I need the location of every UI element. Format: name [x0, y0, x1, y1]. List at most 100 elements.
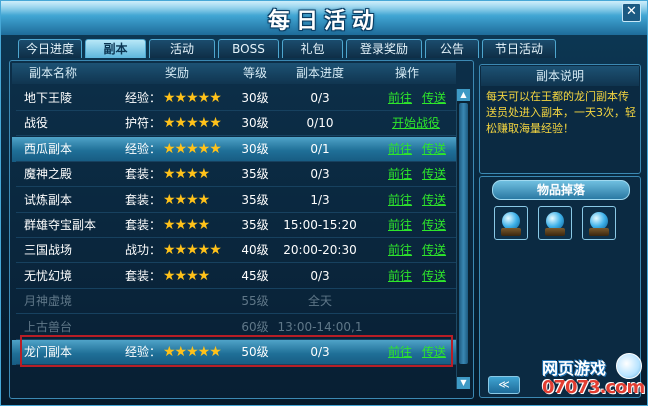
row-actions: 前往 传送	[368, 264, 458, 289]
teleport-link[interactable]: 传送	[422, 162, 446, 187]
goto-link[interactable]: 前往	[388, 162, 412, 187]
item-orb-icon[interactable]	[582, 206, 616, 240]
scroll-up-icon[interactable]: ▲	[457, 89, 470, 101]
teleport-link[interactable]: 传送	[422, 137, 446, 162]
tab-3[interactable]: 活动	[149, 39, 215, 58]
dungeon-name: 战役	[24, 116, 49, 131]
scroll-thumb[interactable]	[459, 103, 468, 364]
table-row[interactable]: 群雄夺宝副本 套装： ★★★★ 35级 15:00-15:20 前往 传送	[12, 213, 456, 238]
description-text: 每天可以在王都的龙门副本传送员处进入副本，一天3次，轻松赚取海量经验！	[486, 90, 636, 135]
tab-1[interactable]: 今日进度	[18, 39, 82, 58]
reward-stars: ★★★★★	[163, 90, 222, 106]
table-row[interactable]: 试炼副本 套装： ★★★★ 35级 1/3 前往 传送	[12, 188, 456, 213]
item-orb-icon[interactable]	[538, 206, 572, 240]
tab-7[interactable]: 公告	[425, 39, 479, 58]
reward-type: 套装：	[124, 167, 161, 182]
dungeon-level: 40级	[241, 243, 269, 258]
table-row[interactable]: 战役 护符： ★★★★★ 30级 0/10 开始战役	[12, 111, 458, 137]
dungeon-name: 地下王陵	[24, 91, 73, 105]
reward-type: 护符：	[124, 116, 161, 131]
row-actions: 前往 传送	[368, 238, 458, 263]
tab-2[interactable]: 副本	[85, 39, 146, 58]
back-button[interactable]: ≪	[488, 376, 520, 394]
table-row[interactable]: 无忧幻境 套装： ★★★★ 45级 0/3 前往 传送	[12, 264, 456, 289]
reward-stars: ★★★★	[163, 267, 210, 284]
dungeon-level: 30级	[241, 116, 269, 131]
title-bar[interactable]: 每日活动 ✕	[1, 1, 647, 35]
dungeon-progress: 0/3	[310, 91, 330, 105]
dungeon-level: 30级	[241, 141, 269, 156]
table-row[interactable]: 三国战场 战功： ★★★★★ 40级 20:00-20:30 前往 传送	[12, 238, 458, 264]
row-actions: 前往 传送	[368, 162, 458, 187]
tab-6[interactable]: 登录奖励	[346, 39, 422, 58]
dungeon-name: 月神虚境	[24, 294, 73, 309]
drop-header: 物品掉落	[492, 180, 630, 200]
reward-stars: ★★★★★	[163, 140, 222, 157]
dungeon-progress: 0/3	[310, 167, 330, 182]
goto-link[interactable]: 前往	[388, 188, 412, 213]
tab-4[interactable]: BOSS	[218, 39, 279, 58]
highlight-annotation-box	[20, 335, 453, 367]
teleport-link[interactable]: 传送	[422, 264, 446, 289]
dungeon-progress: 1/3	[310, 192, 330, 207]
window-title: 每日活动	[267, 8, 380, 34]
table-row[interactable]: 月神虚境 55级 全天	[12, 289, 458, 315]
dungeon-description-panel: 副本说明 每天可以在王都的龙门副本传送员处进入副本，一天3次，轻松赚取海量经验！	[479, 64, 641, 174]
tab-bar: 今日进度 副本 活动 BOSS 礼包 登录奖励 公告 节日活动	[18, 39, 556, 59]
dungeon-name: 三国战场	[24, 243, 73, 258]
header-progress: 副本进度	[295, 66, 344, 80]
goto-link[interactable]: 前往	[388, 213, 412, 238]
reward-stars: ★★★★	[163, 166, 210, 183]
dungeon-progress: 0/1	[310, 141, 330, 156]
table-row[interactable]: 魔神之殿 套装： ★★★★ 35级 0/3 前往 传送	[12, 162, 458, 188]
dungeon-level: 55级	[241, 294, 269, 309]
reward-type: 经验：	[124, 141, 161, 156]
reward-stars: ★★★★	[163, 217, 210, 233]
watermark-site: 07073.com	[542, 377, 645, 398]
header-reward: 奖励	[164, 66, 189, 80]
teleport-link[interactable]: 传送	[422, 188, 446, 213]
teleport-link[interactable]: 传送	[422, 86, 446, 111]
reward-type: 经验：	[124, 91, 161, 105]
goto-link[interactable]: 前往	[388, 264, 412, 289]
item-orb-icon[interactable]	[494, 206, 528, 240]
close-icon[interactable]: ✕	[622, 3, 641, 22]
tab-8[interactable]: 节日活动	[482, 39, 556, 58]
row-actions: 前往 传送	[368, 213, 458, 238]
dungeon-level: 35级	[241, 167, 269, 182]
dungeon-progress: 20:00-20:30	[283, 243, 357, 258]
dungeon-level: 30级	[241, 91, 269, 105]
dungeon-progress: 全天	[307, 294, 332, 309]
teleport-link[interactable]: 传送	[422, 213, 446, 238]
header-name: 副本名称	[28, 66, 77, 80]
goto-link[interactable]: 前往	[388, 238, 412, 263]
teleport-link[interactable]: 传送	[422, 238, 446, 263]
reward-type: 套装：	[124, 192, 161, 207]
start-battle-link[interactable]: 开始战役	[392, 111, 440, 136]
scroll-down-icon[interactable]: ▼	[457, 377, 470, 389]
goto-link[interactable]: 前往	[388, 137, 412, 162]
dungeon-progress: 0/3	[310, 268, 330, 283]
row-actions	[368, 289, 458, 314]
dungeon-level: 35级	[241, 192, 269, 207]
row-actions: 开始战役	[368, 111, 458, 136]
row-actions: 前往 传送	[368, 188, 458, 213]
reward-stars: ★★★★★	[163, 115, 222, 132]
table-row[interactable]: 西瓜副本 经验： ★★★★★ 30级 0/1 前往 传送	[12, 136, 458, 162]
dungeon-level: 45级	[241, 268, 269, 283]
dungeon-name: 魔神之殿	[24, 167, 73, 182]
row-actions: 前往 传送	[368, 137, 458, 162]
header-action: 操作	[394, 66, 419, 80]
reward-type: 战功：	[124, 243, 161, 258]
reward-stars: ★★★★	[163, 191, 210, 208]
goto-link[interactable]: 前往	[388, 86, 412, 111]
dungeon-name: 群雄夺宝副本	[24, 218, 97, 232]
tab-5[interactable]: 礼包	[282, 39, 343, 58]
table-row[interactable]: 地下王陵 经验： ★★★★★ 30级 0/3 前往 传送	[12, 86, 456, 111]
reward-type	[117, 289, 161, 314]
dungeon-progress: 15:00-15:20	[283, 218, 357, 232]
reward-stars: ★★★★★	[163, 242, 222, 259]
header-level: 等级	[242, 66, 267, 80]
scrollbar[interactable]: ▲ ▼	[456, 89, 470, 389]
row-actions: 前往 传送	[368, 86, 458, 111]
